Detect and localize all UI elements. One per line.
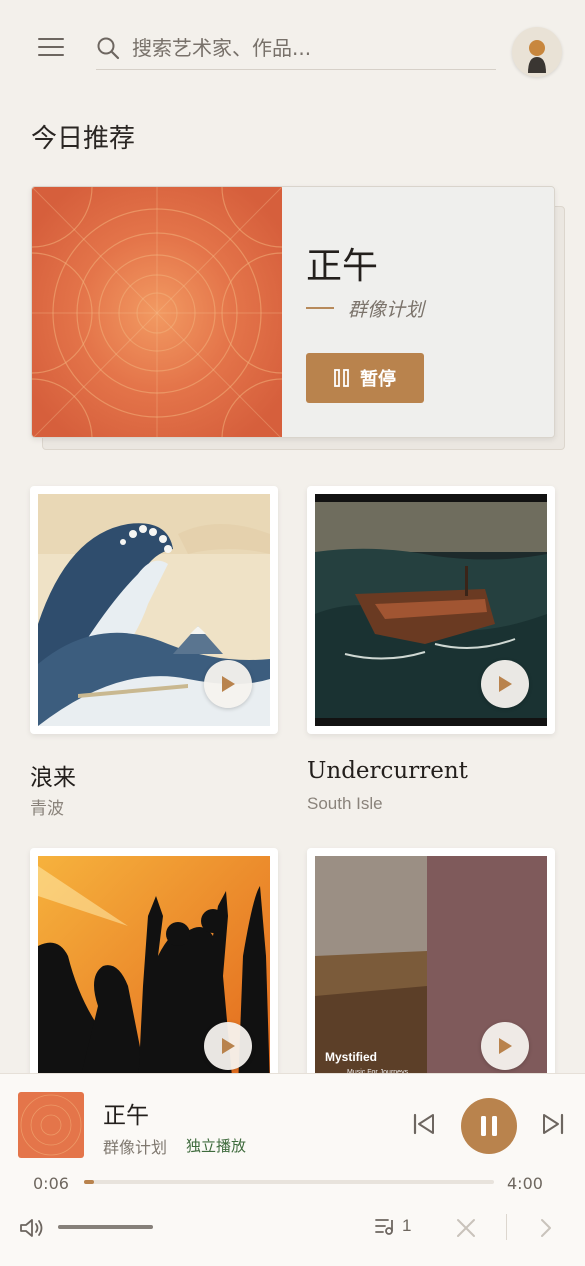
featured-cover-art — [32, 187, 282, 437]
now-playing-title: 正午 — [103, 1103, 149, 1129]
divider — [506, 1214, 507, 1240]
pause-icon — [334, 369, 349, 387]
previous-button[interactable] — [410, 1110, 438, 1138]
featured-info: 正午 群像计划 暂停 — [282, 187, 554, 437]
play-button[interactable] — [481, 660, 529, 708]
album-title: Undercurrent — [307, 758, 468, 784]
search-input[interactable] — [132, 32, 492, 64]
play-button[interactable] — [204, 1022, 252, 1070]
skip-previous-icon — [413, 1113, 434, 1135]
featured-card[interactable]: 正午 群像计划 暂停 — [31, 186, 555, 438]
now-playing-thumbnail[interactable] — [18, 1092, 84, 1158]
status-badge: 独立播放 — [186, 1138, 247, 1155]
play-icon — [222, 1038, 235, 1054]
next-button[interactable] — [539, 1110, 567, 1138]
header — [0, 0, 585, 100]
avatar-icon — [528, 40, 546, 73]
play-icon — [499, 1038, 512, 1054]
artist-divider — [306, 307, 334, 309]
album-artist: South Isle — [307, 794, 383, 813]
album-cover-frame — [30, 486, 278, 734]
volume-icon[interactable] — [18, 1216, 46, 1240]
cover-text-1: Mystified — [325, 1050, 377, 1064]
total-time: 4:00 — [507, 1174, 543, 1193]
play-pause-button[interactable] — [461, 1098, 517, 1154]
album-cover-frame — [30, 848, 278, 1096]
queue-count: 1 — [402, 1216, 412, 1235]
section-title: 今日推荐 — [31, 124, 136, 154]
avatar[interactable] — [512, 27, 562, 77]
menu-icon[interactable] — [38, 38, 64, 62]
now-playing-artist: 群像计划 — [103, 1140, 168, 1157]
pause-label: 暂停 — [360, 369, 396, 390]
featured-title: 正午 — [306, 246, 379, 287]
featured-artist: 群像计划 — [348, 299, 425, 321]
volume-slider[interactable] — [58, 1225, 153, 1229]
current-time: 0:06 — [33, 1174, 69, 1193]
album-artist: 青波 — [30, 799, 64, 818]
play-icon — [499, 676, 512, 692]
progress-fill — [84, 1180, 95, 1184]
play-button[interactable] — [481, 1022, 529, 1070]
search-bar[interactable] — [96, 28, 496, 70]
close-icon[interactable] — [454, 1216, 478, 1240]
album-title: 浪来 — [30, 765, 76, 791]
pause-icon — [481, 1116, 497, 1136]
play-icon — [222, 676, 235, 692]
search-icon — [97, 37, 120, 60]
now-playing-bar: 正午 群像计划 独立播放 0:06 4:00 1 — [0, 1073, 585, 1266]
chevron-right-icon[interactable] — [534, 1216, 558, 1240]
pause-button[interactable]: 暂停 — [306, 353, 424, 403]
volume-fill — [58, 1225, 153, 1229]
album-cover-frame — [307, 486, 555, 734]
album-cover-frame: Mystified Music For Journeys — [307, 848, 555, 1096]
queue-button[interactable]: 1 — [374, 1216, 411, 1236]
play-button[interactable] — [204, 660, 252, 708]
skip-next-icon — [543, 1113, 564, 1135]
progress-bar[interactable] — [84, 1180, 494, 1184]
queue-icon — [375, 1219, 393, 1235]
